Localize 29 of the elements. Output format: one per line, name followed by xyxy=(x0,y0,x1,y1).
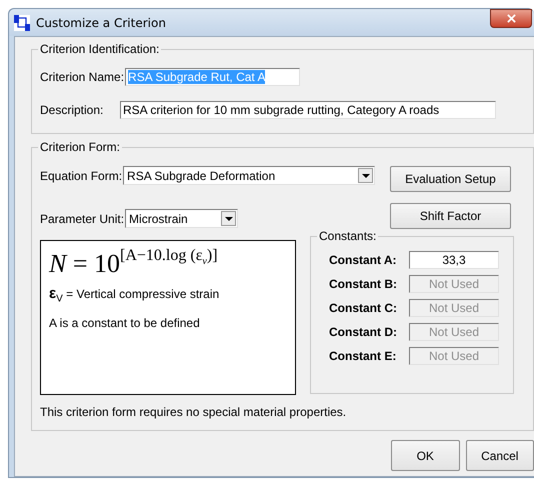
constant-label: Constant A: xyxy=(329,253,397,267)
constant-label: Constant D: xyxy=(329,325,397,339)
input-field[interactable]: RSA criterion for 10 mm subgrade rutting, Category A roads xyxy=(120,101,496,119)
app-icon xyxy=(14,14,30,30)
dropdown[interactable]: RSA Subgrade Deformation xyxy=(123,166,376,185)
window-title: Customize a Criterion xyxy=(36,16,166,30)
group-title: Criterion Identification: xyxy=(38,42,162,56)
formula-legend: ε$_{V}$ = Vertical compressive strain xyxy=(49,285,287,304)
input-field[interactable]: 33,3 xyxy=(409,251,499,269)
button[interactable]: Cancel xyxy=(466,440,534,471)
button[interactable]: Evaluation Setup xyxy=(390,166,511,192)
button[interactable]: OK xyxy=(391,440,460,471)
group-title: Criterion Form: xyxy=(38,140,122,154)
dropdown-arrow-icon xyxy=(362,174,370,178)
button[interactable]: Shift Factor xyxy=(390,203,511,229)
field-label: Equation Form: xyxy=(40,168,122,182)
formula-note: A is a constant to be defined xyxy=(49,316,201,330)
constant-label: Constant E: xyxy=(329,349,396,363)
field-label: Parameter Unit: xyxy=(40,212,124,226)
close-button[interactable] xyxy=(490,9,532,28)
constant-label: Constant B: xyxy=(329,277,397,291)
field-label: Criterion Name: xyxy=(40,70,124,84)
close-icon xyxy=(506,14,516,23)
group-title: Constants: xyxy=(317,229,378,243)
field-label: Description: xyxy=(40,103,104,117)
dropdown[interactable]: Microstrain xyxy=(125,209,238,228)
info-text: This criterion form requires no special material properties. xyxy=(40,405,348,419)
constant-label: Constant C: xyxy=(329,301,397,315)
dropdown-arrow-icon xyxy=(224,216,233,220)
